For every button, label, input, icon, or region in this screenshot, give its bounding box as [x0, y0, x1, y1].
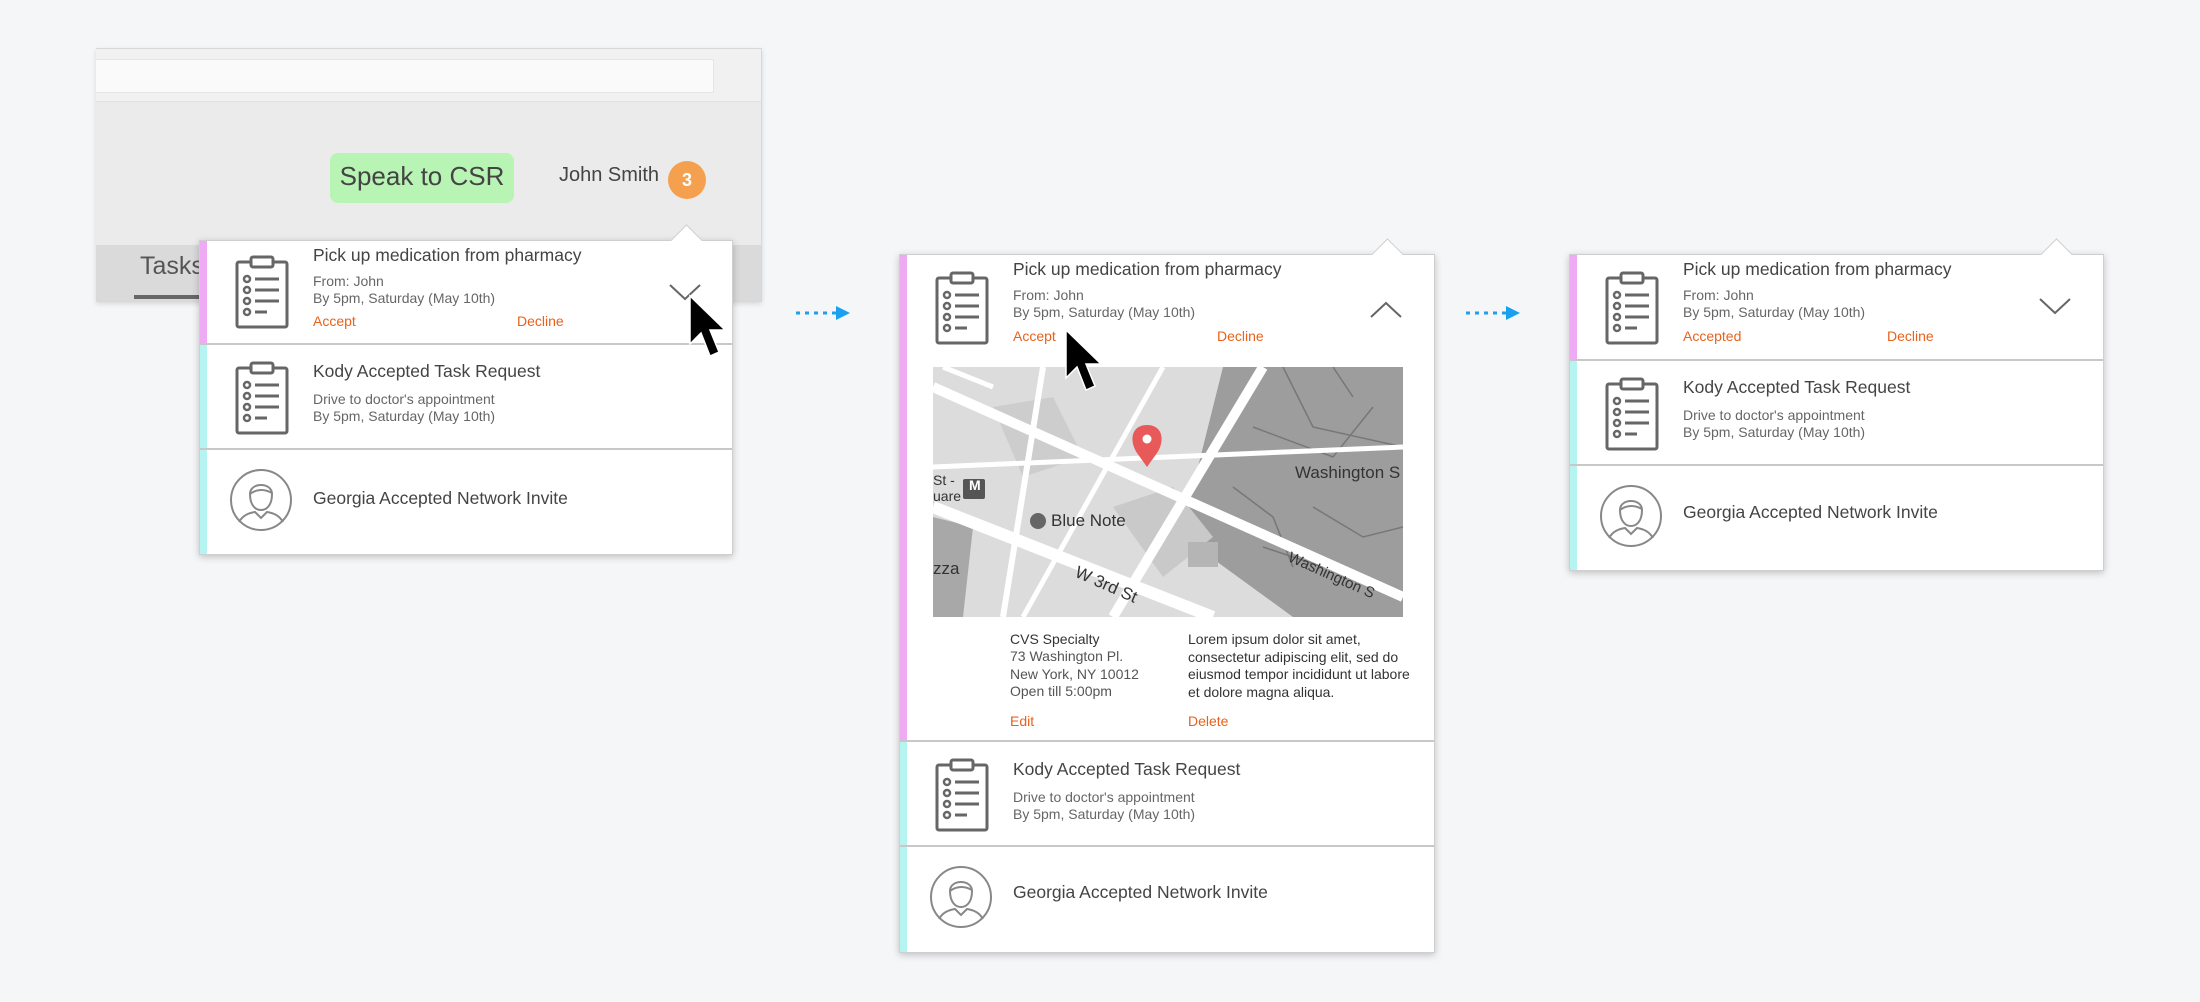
tab-tasks[interactable]: Tasks: [140, 252, 204, 281]
kody-notification[interactable]: Kody Accepted Task Request Drive to doct…: [200, 343, 732, 450]
task-title: Pick up medication from pharmacy: [313, 245, 582, 265]
task-title: Pick up medication from pharmacy: [1013, 259, 1282, 279]
task-due: By 5pm, Saturday (May 10th): [1683, 304, 1866, 320]
kody-due: By 5pm, Saturday (May 10th): [1013, 806, 1196, 822]
clipboard-icon: [935, 758, 989, 832]
clipboard-icon: [1605, 377, 1659, 451]
location-address-line2: New York, NY 10012: [1010, 666, 1139, 682]
info-stripe: [1570, 466, 1577, 570]
mouse-pointer-icon: [1065, 328, 1103, 392]
accepted-status: Accepted: [1683, 328, 1742, 344]
notification-panel-collapsed: Pick up medication from pharmacy From: J…: [199, 224, 733, 555]
bar-icon: [1030, 513, 1046, 529]
task-stripe: [200, 241, 207, 343]
task-notes: Lorem ipsum dolor sit amet, consectetur …: [1188, 631, 1410, 700]
kody-title: Kody Accepted Task Request: [1013, 759, 1241, 779]
task-stripe: [1570, 255, 1577, 359]
notification-badge[interactable]: 3: [668, 161, 706, 199]
kody-detail: Drive to doctor's appointment: [1683, 407, 1865, 423]
task-due: By 5pm, Saturday (May 10th): [313, 290, 496, 306]
decline-link[interactable]: Decline: [1887, 328, 1934, 344]
accept-link[interactable]: Accept: [1013, 328, 1056, 344]
info-stripe: [900, 742, 907, 847]
notification-panel-expanded: Pick up medication from pharmacy From: J…: [899, 238, 1435, 953]
person-icon: [1600, 485, 1662, 547]
task-stripe: [900, 255, 907, 740]
georgia-title: Georgia Accepted Network Invite: [1683, 502, 1938, 522]
location-address-line1: 73 Washington Pl.: [1010, 648, 1124, 664]
notification-panel-accepted: Pick up medication from pharmacy From: J…: [1569, 238, 2104, 571]
edit-link[interactable]: Edit: [1010, 713, 1034, 729]
map-label-washington-sq: Washington S: [1295, 463, 1401, 482]
info-stripe: [200, 345, 207, 450]
decline-link[interactable]: Decline: [517, 313, 564, 329]
georgia-notification[interactable]: Georgia Accepted Network Invite: [1570, 464, 2103, 570]
flow-arrow-icon: [796, 306, 850, 320]
address-bar[interactable]: [96, 59, 714, 93]
kody-detail: Drive to doctor's appointment: [313, 391, 495, 407]
task-title: Pick up medication from pharmacy: [1683, 259, 1952, 279]
task-from: From: John: [313, 273, 384, 289]
georgia-title: Georgia Accepted Network Invite: [313, 488, 568, 508]
speak-to-csr-button[interactable]: Speak to CSR: [330, 153, 514, 203]
location-hours: Open till 5:00pm: [1010, 683, 1112, 699]
delete-link[interactable]: Delete: [1188, 713, 1228, 729]
location-name: CVS Specialty: [1010, 631, 1100, 647]
accept-link[interactable]: Accept: [313, 313, 356, 329]
map-label-blue-note: Blue Note: [1051, 511, 1126, 530]
kody-notification[interactable]: Kody Accepted Task Request Drive to doct…: [900, 740, 1434, 847]
user-name[interactable]: John Smith: [559, 164, 659, 187]
task-notification[interactable]: Pick up medication from pharmacy From: J…: [200, 241, 732, 343]
task-from: From: John: [1683, 287, 1754, 303]
clipboard-icon: [235, 255, 289, 329]
task-due: By 5pm, Saturday (May 10th): [1013, 304, 1196, 320]
task-notification-expanded[interactable]: Pick up medication from pharmacy From: J…: [900, 255, 1434, 740]
georgia-notification[interactable]: Georgia Accepted Network Invite: [200, 448, 732, 554]
info-stripe: [200, 450, 207, 554]
chevron-down-icon[interactable]: [2038, 297, 2072, 317]
location-map[interactable]: M St - uare Blue Note Washington S zza W…: [933, 367, 1403, 617]
task-from: From: John: [1013, 287, 1084, 303]
clipboard-icon: [235, 361, 289, 435]
kody-due: By 5pm, Saturday (May 10th): [1683, 424, 1866, 440]
kody-detail: Drive to doctor's appointment: [1013, 789, 1195, 805]
kody-due: By 5pm, Saturday (May 10th): [313, 408, 496, 424]
flow-arrow-icon: [1466, 306, 1520, 320]
kody-title: Kody Accepted Task Request: [1683, 377, 1911, 397]
task-notification[interactable]: Pick up medication from pharmacy From: J…: [1570, 255, 2103, 359]
georgia-notification[interactable]: Georgia Accepted Network Invite: [900, 845, 1434, 952]
georgia-title: Georgia Accepted Network Invite: [1013, 882, 1268, 902]
kody-title: Kody Accepted Task Request: [313, 361, 541, 381]
kody-notification[interactable]: Kody Accepted Task Request Drive to doct…: [1570, 359, 2103, 466]
person-icon: [230, 469, 292, 531]
chevron-up-icon[interactable]: [1369, 299, 1403, 319]
map-label-plaza: zza: [933, 559, 960, 578]
map-label-square: St - uare: [933, 472, 962, 504]
decline-link[interactable]: Decline: [1217, 328, 1264, 344]
clipboard-icon: [935, 271, 989, 345]
info-stripe: [1570, 361, 1577, 466]
info-stripe: [900, 847, 907, 952]
mouse-pointer-icon: [689, 294, 727, 358]
person-icon: [930, 866, 992, 928]
metro-label: M: [969, 477, 981, 493]
clipboard-icon: [1605, 271, 1659, 345]
